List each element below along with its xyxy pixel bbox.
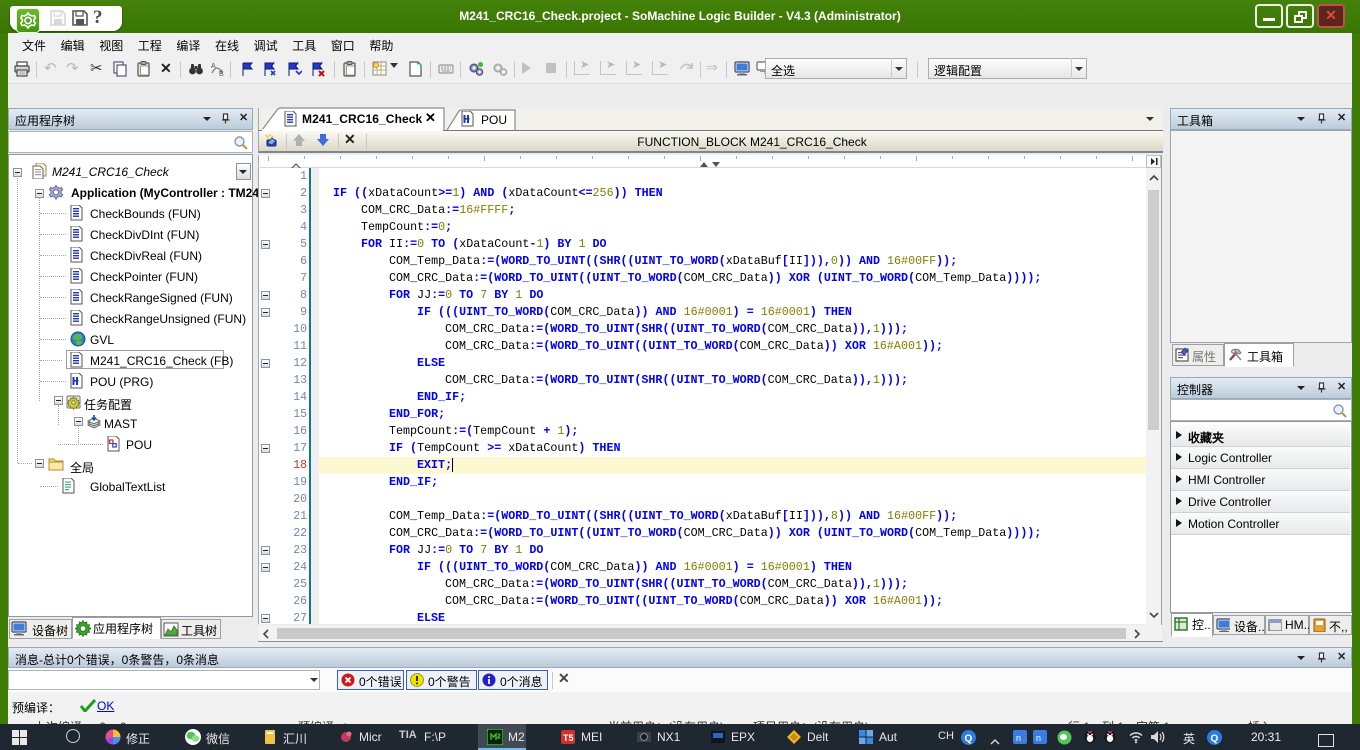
svg-text:Q: Q <box>965 734 973 745</box>
svg-text:B: B <box>219 71 224 77</box>
svg-text:Q: Q <box>1211 734 1219 745</box>
svg-text:n: n <box>1036 733 1041 743</box>
svg-text:A: A <box>211 63 216 70</box>
svg-text:n: n <box>1016 733 1021 743</box>
svg-text:T5: T5 <box>563 733 574 743</box>
